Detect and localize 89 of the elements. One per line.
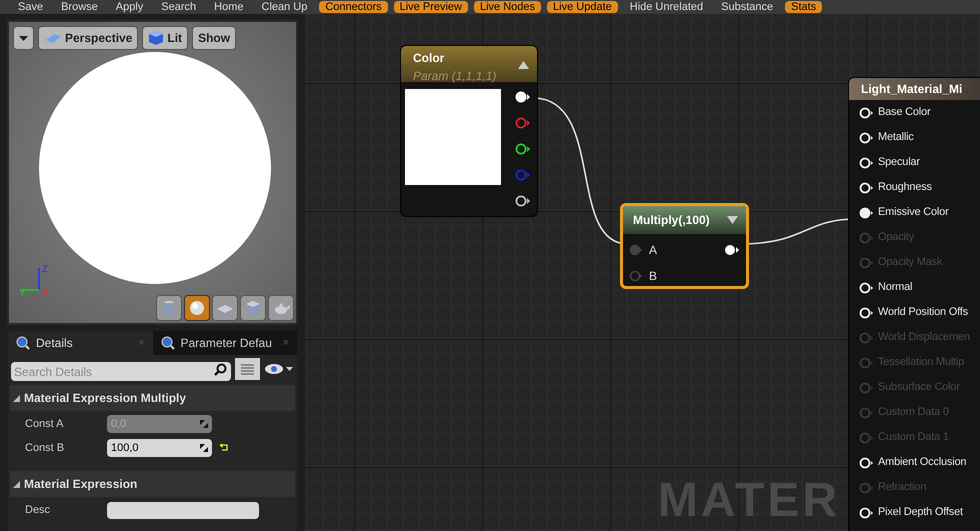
input-pin-icon[interactable] bbox=[859, 356, 874, 368]
input-pin-icon[interactable] bbox=[859, 332, 874, 344]
toolbar-button[interactable]: Live Update bbox=[547, 1, 618, 13]
property-label: Const B bbox=[24, 440, 66, 456]
list-icon bbox=[241, 363, 254, 375]
toolbar-button[interactable]: Live Nodes bbox=[474, 1, 542, 13]
lit-button[interactable]: Lit bbox=[142, 26, 188, 50]
pin-label: A bbox=[649, 242, 658, 259]
color-node[interactable]: Color Param (1,1,1,1) bbox=[400, 45, 538, 217]
graph-background-label: MATER bbox=[658, 477, 840, 525]
pin-label: Emissive Color bbox=[878, 205, 949, 220]
input-pin-icon[interactable] bbox=[859, 232, 874, 244]
input-pin-icon[interactable] bbox=[859, 306, 874, 318]
toolbar-button[interactable]: Save bbox=[12, 1, 50, 13]
node-title: Light_Material_Mi bbox=[861, 81, 962, 98]
expand-triangle-icon bbox=[13, 480, 20, 488]
toolbar-button[interactable]: Stats bbox=[785, 1, 822, 13]
pin-label: World Position Offs bbox=[878, 305, 968, 320]
show-button[interactable]: Show bbox=[192, 26, 236, 50]
output-pin-icon[interactable] bbox=[515, 194, 531, 208]
output-pin-icon[interactable] bbox=[515, 142, 531, 156]
pin-label: Normal bbox=[878, 280, 912, 296]
node-title: Multiply(,100) bbox=[633, 212, 710, 229]
input-pin-icon[interactable] bbox=[629, 244, 643, 256]
panel-tab[interactable]: Parameter Defau × bbox=[152, 331, 297, 355]
caret-icon bbox=[19, 36, 28, 40]
input-pin-icon[interactable] bbox=[859, 256, 874, 268]
pin-label: Roughness bbox=[878, 180, 932, 196]
toolbar-button[interactable]: Search bbox=[155, 1, 202, 13]
collapse-arrow-icon[interactable] bbox=[727, 216, 738, 224]
toolbar-button[interactable]: Connectors bbox=[319, 1, 388, 13]
pin-label: Metallic bbox=[878, 130, 914, 146]
input-pin-icon[interactable] bbox=[629, 270, 643, 282]
drag-arrows-icon bbox=[200, 420, 208, 428]
input-pin-icon[interactable] bbox=[859, 182, 874, 194]
input-pin-icon[interactable] bbox=[859, 482, 874, 494]
output-pin-icon[interactable] bbox=[724, 244, 740, 256]
toolbar-button[interactable]: Browse bbox=[55, 1, 104, 13]
pin-label: Ambient Occlusion bbox=[878, 455, 966, 470]
input-pin-icon[interactable] bbox=[859, 382, 874, 394]
toolbar-button[interactable]: Home bbox=[208, 1, 250, 13]
pin-label: Base Color bbox=[878, 105, 930, 120]
drag-arrows-icon bbox=[200, 444, 208, 452]
property-label: Desc bbox=[24, 502, 52, 518]
input-pin-icon[interactable] bbox=[859, 282, 874, 294]
node-title: Color bbox=[413, 50, 446, 67]
toolbar-button[interactable]: Apply bbox=[110, 1, 150, 13]
category-header[interactable]: Material Expression bbox=[10, 471, 295, 497]
input-pin-icon[interactable] bbox=[859, 406, 874, 418]
toolbar-button[interactable]: Live Preview bbox=[394, 1, 468, 13]
input-pin-icon[interactable] bbox=[859, 106, 874, 118]
category-header[interactable]: Material Expression Multiply bbox=[10, 385, 295, 411]
input-pin-icon[interactable] bbox=[859, 156, 874, 168]
toolbar-button[interactable]: Hide Unrelated bbox=[624, 1, 710, 13]
pin-label: Specular bbox=[878, 155, 920, 170]
multiply-node[interactable]: Multiply(,100) A B bbox=[620, 203, 749, 289]
toolbar-button[interactable]: Clean Up bbox=[256, 1, 314, 13]
view-options-button[interactable] bbox=[235, 358, 260, 380]
toolbar-button[interactable]: Substance bbox=[715, 1, 780, 13]
camera-icon bbox=[44, 32, 62, 44]
reset-arrow-icon[interactable] bbox=[220, 444, 228, 452]
perspective-button[interactable]: Perspective bbox=[38, 26, 138, 50]
info-magnifier-icon bbox=[16, 336, 30, 350]
viewport-menu-button[interactable] bbox=[13, 26, 34, 50]
search-icon bbox=[214, 362, 227, 376]
number-field[interactable] bbox=[107, 502, 259, 518]
input-pin-icon[interactable] bbox=[859, 432, 874, 444]
input-pin-icon[interactable] bbox=[859, 506, 874, 518]
property-label: Const A bbox=[24, 416, 65, 432]
eye-dropdown-icon[interactable] bbox=[264, 363, 294, 375]
preview-shape-button[interactable] bbox=[184, 295, 210, 321]
info-magnifier-icon bbox=[160, 336, 174, 350]
output-pin-icon[interactable] bbox=[515, 90, 531, 104]
collapse-arrow-icon[interactable] bbox=[518, 61, 529, 69]
input-pin-icon[interactable] bbox=[859, 206, 874, 218]
search-field[interactable]: Search Details bbox=[11, 362, 231, 381]
sphere-icon bbox=[188, 299, 206, 317]
pin-label: B bbox=[649, 268, 658, 285]
node-graph-canvas[interactable] bbox=[305, 14, 980, 531]
pin-label: Pixel Depth Offset bbox=[878, 505, 963, 520]
material-node[interactable] bbox=[848, 77, 980, 531]
panel-tab[interactable]: Details × bbox=[8, 331, 152, 355]
cube-icon bbox=[148, 30, 164, 46]
input-pin-icon[interactable] bbox=[859, 456, 874, 468]
cube-icon bbox=[244, 299, 262, 317]
node-subtitle: Param (1,1,1,1) bbox=[413, 68, 498, 85]
input-pin-icon[interactable] bbox=[859, 132, 874, 144]
expand-triangle-icon bbox=[13, 394, 20, 402]
number-field[interactable]: 100,0 bbox=[107, 439, 212, 457]
